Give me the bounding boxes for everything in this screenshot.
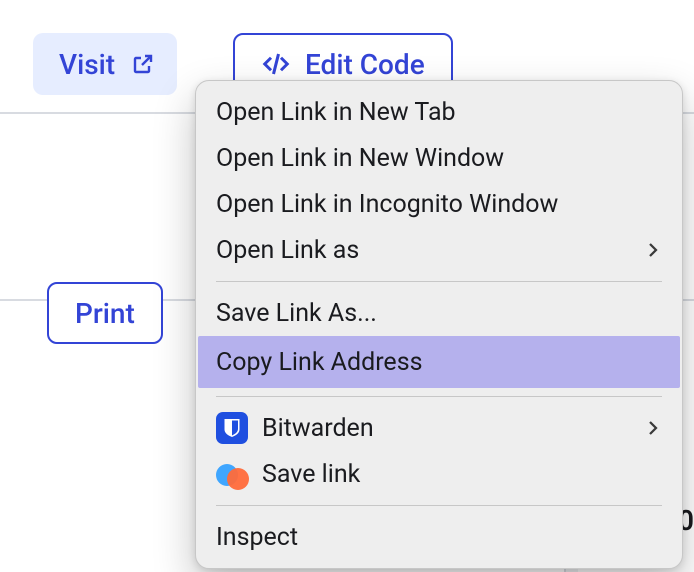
menu-item-label: Open Link in Incognito Window: [216, 190, 558, 219]
menu-item-content: Copy Link Address: [216, 348, 423, 377]
menu-separator: [216, 505, 662, 506]
menu-item-content: Open Link in New Tab: [216, 98, 456, 127]
menu-item-content: Save Link As...: [216, 299, 377, 328]
menu-item-label: Inspect: [216, 523, 298, 552]
print-button[interactable]: Print: [47, 282, 163, 344]
print-button-label: Print: [75, 297, 135, 330]
menu-item-open-link-as[interactable]: Open Link as: [196, 227, 682, 273]
menu-item-content: Open Link in Incognito Window: [216, 190, 558, 219]
edit-code-button-label: Edit Code: [305, 48, 425, 81]
menu-item-label: Save link: [262, 460, 360, 489]
menu-item-copy-link-address[interactable]: Copy Link Address: [198, 336, 680, 388]
menu-item-inspect[interactable]: Inspect: [196, 514, 682, 560]
menu-separator: [216, 281, 662, 282]
menu-item-content: Open Link in New Window: [216, 144, 504, 173]
external-link-icon: [131, 52, 155, 76]
menu-item-label: Bitwarden: [262, 414, 374, 443]
save-link-icon: [216, 458, 248, 490]
menu-item-content: Bitwarden: [216, 412, 374, 444]
menu-item-label: Open Link in New Window: [216, 144, 504, 173]
menu-item-save-link-as[interactable]: Save Link As...: [196, 290, 682, 336]
menu-item-save-link[interactable]: Save link: [196, 451, 682, 497]
menu-item-label: Save Link As...: [216, 299, 377, 328]
menu-item-bitwarden[interactable]: Bitwarden: [196, 405, 682, 451]
menu-item-content: Save link: [216, 458, 360, 490]
menu-separator: [216, 396, 662, 397]
menu-item-content: Open Link as: [216, 236, 359, 265]
bitwarden-icon: [216, 412, 248, 444]
menu-item-label: Open Link in New Tab: [216, 98, 456, 127]
menu-item-label: Open Link as: [216, 236, 359, 265]
menu-item-content: Inspect: [216, 523, 298, 552]
visit-button[interactable]: Visit: [33, 33, 177, 95]
context-menu[interactable]: Open Link in New Tab Open Link in New Win…: [195, 80, 683, 569]
menu-item-open-link-in-new-tab[interactable]: Open Link in New Tab: [196, 89, 682, 135]
chevron-right-icon: [644, 419, 662, 437]
code-icon: [261, 49, 291, 79]
menu-item-open-link-in-new-window[interactable]: Open Link in New Window: [196, 135, 682, 181]
menu-item-label: Copy Link Address: [216, 348, 423, 377]
menu-item-open-link-in-incognito-window[interactable]: Open Link in Incognito Window: [196, 181, 682, 227]
chevron-right-icon: [644, 241, 662, 259]
visit-button-label: Visit: [59, 48, 115, 81]
